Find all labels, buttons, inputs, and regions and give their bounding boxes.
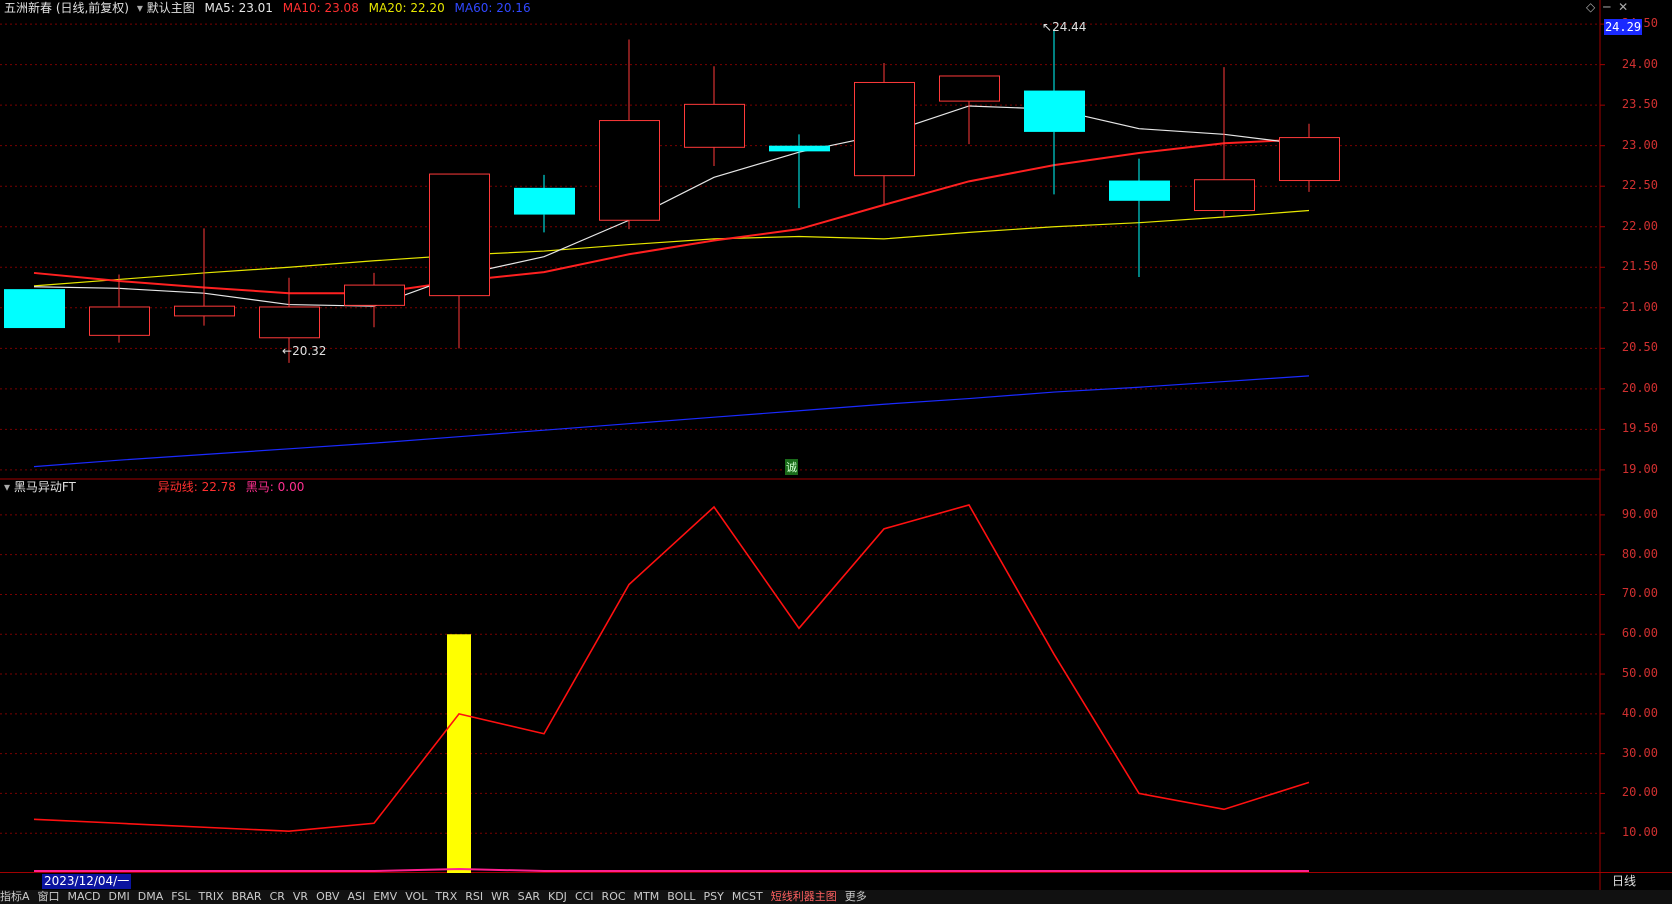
price-tick-label: 23.50 xyxy=(1621,97,1658,112)
price-tick-label: 20.50 xyxy=(1621,340,1658,355)
ma10-line xyxy=(33,138,1310,295)
indicator-tab[interactable]: OBV xyxy=(316,890,339,903)
indicator-tab[interactable]: 指标A xyxy=(0,890,30,903)
indicator-tick-label: 90.00 xyxy=(1621,506,1658,521)
indicator-tick-label: 30.00 xyxy=(1621,745,1658,760)
indicator-tab[interactable]: FSL xyxy=(171,890,190,903)
dropdown-icon[interactable]: ▾ xyxy=(4,480,10,494)
indicator-header: ▾ 黑马异动FT 异动线: 22.78 黑马: 0.00 xyxy=(4,479,304,495)
window-controls[interactable]: ◇ ─ ✕ xyxy=(1586,0,1628,14)
indicator-tick-label: 80.00 xyxy=(1621,546,1658,561)
price-tick-label: 20.00 xyxy=(1621,380,1658,395)
price-tick-label: 21.00 xyxy=(1621,299,1658,314)
price-tick-label: 22.00 xyxy=(1621,218,1658,233)
price-tick-label: 24.00 xyxy=(1621,56,1658,71)
candle-body xyxy=(259,306,320,339)
ma5-line xyxy=(33,105,1310,307)
indicator-tab[interactable]: TRIX xyxy=(198,890,223,903)
indicator-tab[interactable]: DMA xyxy=(138,890,164,903)
candle-body xyxy=(514,187,575,215)
indicator-tab[interactable]: BRAR xyxy=(232,890,262,903)
indicator-tab[interactable]: CCI xyxy=(575,890,594,903)
indicator-tab[interactable]: VOL xyxy=(405,890,427,903)
indicator-tab-bar: 指标A 窗口 MACD DMI DMA FSL TRIX BRAR CR VR OBV ASI EMV V… xyxy=(0,890,1672,904)
indicator-line-value: 异动线: 22.78 xyxy=(157,480,236,494)
indicator-tab[interactable]: DMI xyxy=(109,890,130,903)
indicator-tab[interactable]: BOLL xyxy=(667,890,695,903)
indicator-tab[interactable]: RSI xyxy=(465,890,483,903)
indicator-tab[interactable]: KDJ xyxy=(548,890,567,903)
candle-body xyxy=(684,103,745,148)
candle-body xyxy=(89,306,150,336)
indicator-tab[interactable]: MCST xyxy=(732,890,763,903)
candle-body xyxy=(429,173,490,297)
indicator-tab[interactable]: MACD xyxy=(68,890,101,903)
low-annotation: ←20.32 xyxy=(282,344,327,358)
heima-bar xyxy=(447,634,471,873)
indicator-tab[interactable]: ROC xyxy=(602,890,626,903)
indicator-tab[interactable]: CR xyxy=(270,890,285,903)
high-annotation: ↖24.44 xyxy=(1042,20,1087,34)
ma60-line xyxy=(33,375,1310,468)
indicator-tab[interactable]: TRX xyxy=(435,890,457,903)
ma60-value: MA60: 20.16 xyxy=(454,1,531,15)
indicator-tab[interactable]: EMV xyxy=(373,890,397,903)
price-tick-label: 19.50 xyxy=(1621,421,1658,436)
price-tick-label: 21.50 xyxy=(1621,259,1658,274)
ma20-value: MA20: 22.20 xyxy=(368,1,445,15)
kline-chart[interactable] xyxy=(0,0,1672,904)
candle-body xyxy=(939,75,1000,102)
crosshair-date: 2023/12/04/一 xyxy=(42,874,132,889)
candle-body xyxy=(1024,90,1085,132)
indicator-tab[interactable]: PSY xyxy=(704,890,724,903)
candle-body xyxy=(4,289,65,329)
price-tick-label: 19.00 xyxy=(1621,461,1658,476)
indicator-tab[interactable]: SAR xyxy=(518,890,540,903)
period-label[interactable]: 日线 xyxy=(1612,874,1636,889)
dropdown-icon[interactable]: ▾ xyxy=(137,1,143,15)
indicator-tab[interactable]: MTM xyxy=(634,890,660,903)
heima-line xyxy=(34,868,1309,873)
candle-body xyxy=(1279,137,1340,182)
ma10-value: MA10: 23.08 xyxy=(282,1,359,15)
current-price-tag: 24.29 xyxy=(1604,19,1642,35)
indicator-tick-label: 20.00 xyxy=(1621,785,1658,800)
candle-body xyxy=(344,284,405,306)
indicator-tick-label: 10.00 xyxy=(1621,825,1658,840)
stock-title[interactable]: 五洲新春 (日线,前复权) xyxy=(4,1,129,15)
close-icon[interactable]: ✕ xyxy=(1618,0,1628,14)
candle-body xyxy=(174,305,235,317)
ma5-value: MA5: 23.01 xyxy=(204,1,273,15)
anomaly-line xyxy=(33,504,1310,833)
indicator-name[interactable]: 黑马异动FT xyxy=(14,480,76,494)
event-marker[interactable]: 诚 xyxy=(785,459,798,475)
price-tick-label: 23.00 xyxy=(1621,137,1658,152)
indicator-tick-label: 70.00 xyxy=(1621,586,1658,601)
main-header: 五洲新春 (日线,前复权) ▾ 默认主图 MA5: 23.01 MA10: 23… xyxy=(4,0,531,16)
candle-body xyxy=(599,120,660,221)
candle-body xyxy=(769,145,830,152)
minimize-icon[interactable]: ─ xyxy=(1603,0,1610,14)
candle-body xyxy=(854,81,915,177)
indicator-tab[interactable]: VR xyxy=(293,890,308,903)
candle-body xyxy=(1109,180,1170,201)
candle-body xyxy=(1194,179,1255,212)
diamond-icon[interactable]: ◇ xyxy=(1586,0,1595,14)
indicator-tick-label: 40.00 xyxy=(1621,705,1658,720)
indicator-tab[interactable]: 更多 xyxy=(845,890,867,903)
indicator-tab[interactable]: 窗口 xyxy=(38,890,60,903)
price-tick-label: 22.50 xyxy=(1621,178,1658,193)
indicator-tick-label: 50.00 xyxy=(1621,666,1658,681)
indicator-tab[interactable]: WR xyxy=(491,890,510,903)
indicator-tab[interactable]: 短线利器主图 xyxy=(771,890,837,903)
indicator-tab[interactable]: ASI xyxy=(347,890,365,903)
indicator-tick-label: 60.00 xyxy=(1621,626,1658,641)
indicator-bar-value: 黑马: 0.00 xyxy=(245,480,305,494)
layout-name[interactable]: 默认主图 xyxy=(147,1,195,15)
